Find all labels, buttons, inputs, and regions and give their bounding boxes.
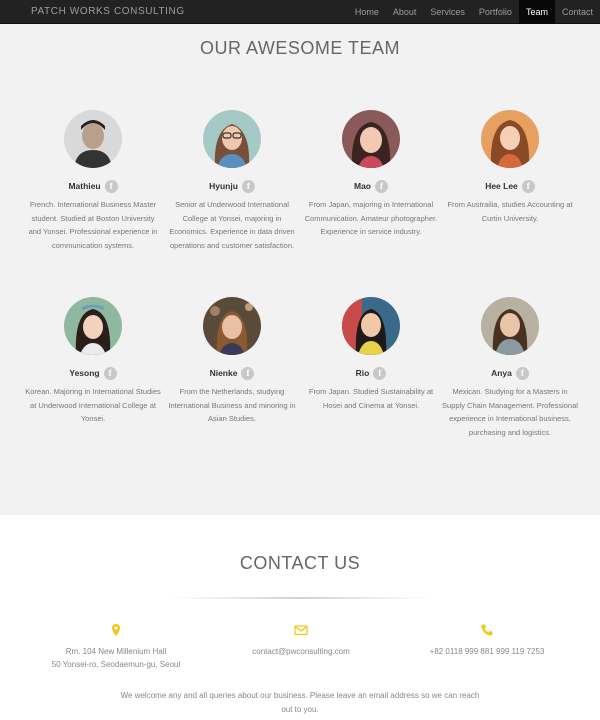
divider	[170, 597, 430, 599]
facebook-icon[interactable]: f	[521, 179, 535, 193]
member-name: Hyunju	[209, 181, 238, 191]
team-member: Rio f From Japan. Studied Sustainability…	[301, 297, 441, 412]
team-section: OUR AWESOME TEAM Mathieu f French. Inter…	[0, 24, 600, 515]
address-line-2: 50 Yonsei-ro, Seodaemun-gu, Seoul	[51, 660, 181, 669]
member-name: Hee Lee	[485, 181, 518, 191]
contact-title: CONTACT US	[239, 553, 361, 573]
team-member: Mathieu f French. International Business…	[23, 110, 163, 252]
nav-home[interactable]: Home	[348, 0, 386, 24]
avatar	[64, 297, 122, 355]
facebook-icon[interactable]: f	[373, 366, 387, 380]
avatar	[203, 110, 261, 168]
member-name: Anya	[491, 368, 512, 378]
team-member: Anya f Mexican. Studying for a Masters i…	[440, 297, 580, 439]
member-bio: From Austrailia, studies Accounting at C…	[447, 200, 573, 223]
phone-icon	[481, 624, 493, 636]
member-bio: From Japan. Studied Sustainability at Ho…	[308, 387, 434, 410]
facebook-icon[interactable]: f	[241, 179, 255, 193]
brand-logo[interactable]: PATCH WORKS CONSULTING	[31, 0, 185, 24]
email-link[interactable]: contact@pwconsulting.com	[201, 645, 401, 658]
envelope-icon	[294, 625, 308, 636]
nav-portfolio[interactable]: Portfolio	[472, 0, 519, 24]
nav-about[interactable]: About	[386, 0, 424, 24]
facebook-icon[interactable]: f	[103, 366, 117, 380]
avatar	[342, 297, 400, 355]
member-name: Rio	[355, 368, 370, 378]
map-marker-icon	[112, 624, 120, 636]
member-name: Mao	[354, 181, 371, 191]
facebook-icon[interactable]: f	[515, 366, 529, 380]
member-bio: Senior at Underwood International Colleg…	[169, 200, 295, 250]
avatar	[64, 110, 122, 168]
member-name: Mathieu	[68, 181, 101, 191]
contact-phone: +82 0118 999 881 999 119 7253	[387, 623, 587, 658]
navbar: PATCH WORKS CONSULTING Home About Servic…	[0, 0, 600, 24]
team-member: Hyunju f Senior at Underwood Internation…	[162, 110, 302, 252]
nav-team[interactable]: Team	[518, 0, 555, 24]
address-line-1: Rm. 104 New Millenium Hall	[65, 647, 167, 656]
member-bio: French. International Business Master st…	[28, 200, 158, 250]
avatar	[203, 297, 261, 355]
member-bio: Korean. Majoring in International Studie…	[25, 387, 161, 423]
welcome-text: We welcome any and all queries about our…	[120, 691, 480, 714]
member-bio: From Japan, majoring in International Co…	[304, 200, 438, 236]
avatar	[342, 110, 400, 168]
facebook-icon[interactable]: f	[104, 179, 118, 193]
contact-section: CONTACT US Rm. 104 New Millenium Hall 50…	[0, 515, 600, 720]
team-member: Mao f From Japan, majoring in Internatio…	[301, 110, 441, 239]
facebook-icon[interactable]: f	[241, 366, 255, 380]
team-member: Hee Lee f From Austrailia, studies Accou…	[440, 110, 580, 225]
contact-address: Rm. 104 New Millenium Hall 50 Yonsei-ro,…	[16, 623, 216, 671]
nav-menu: Home About Services Portfolio Team Conta…	[348, 0, 600, 24]
phone-number: +82 0118 999 881 999 119 7253	[429, 647, 545, 656]
team-member: Nienke f From the Netherlands, studying …	[162, 297, 302, 426]
member-name: Yesong	[69, 368, 100, 378]
nav-services[interactable]: Services	[423, 0, 472, 24]
member-name: Nienke	[209, 368, 238, 378]
facebook-icon[interactable]: f	[375, 179, 388, 193]
avatar	[481, 110, 539, 168]
avatar	[481, 297, 539, 355]
member-bio: Mexican. Studying for a Masters in Suppl…	[442, 387, 578, 437]
team-title: OUR AWESOME TEAM	[199, 38, 401, 58]
contact-email: contact@pwconsulting.com	[201, 623, 401, 658]
nav-contact[interactable]: Contact	[555, 0, 600, 24]
team-member: Yesong f Korean. Majoring in Internation…	[23, 297, 163, 426]
member-bio: From the Netherlands, studying Internati…	[168, 387, 296, 423]
